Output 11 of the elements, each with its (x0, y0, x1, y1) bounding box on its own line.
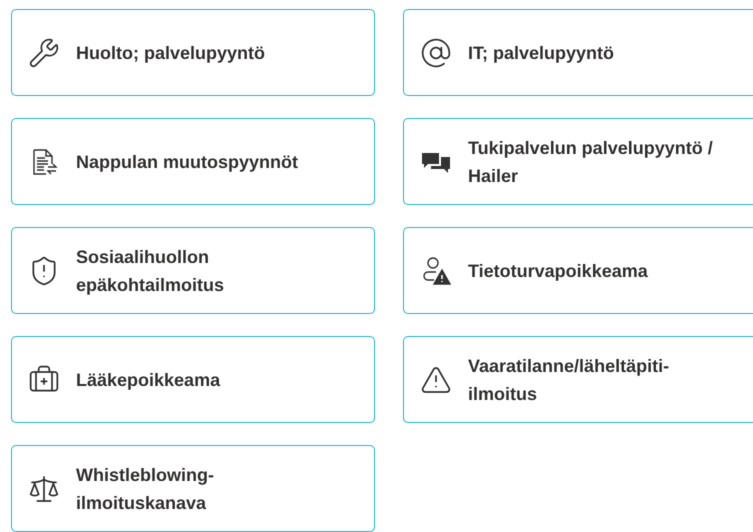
at-sign-icon (420, 36, 452, 68)
service-card[interactable]: Huolto; palvelupyyntö (11, 9, 375, 96)
service-card[interactable]: Whistleblowing-ilmoituskanava (11, 445, 375, 532)
service-card[interactable]: Tietoturvapoikkeama (403, 227, 753, 314)
service-card[interactable]: Nappulan muutospyynnöt (11, 118, 375, 205)
service-card[interactable]: Sosiaalihuollon epäkohtailmoitus (11, 227, 375, 314)
wrench-icon (28, 36, 60, 68)
service-card[interactable]: IT; palvelupyyntö (403, 9, 753, 96)
service-card[interactable]: Vaaratilanne/läheltäpiti-ilmoitus (403, 336, 753, 423)
service-card[interactable]: Tukipalvelun palvelupyyntö / Hailer (403, 118, 753, 205)
service-card[interactable]: Lääkepoikkeama (11, 336, 375, 423)
